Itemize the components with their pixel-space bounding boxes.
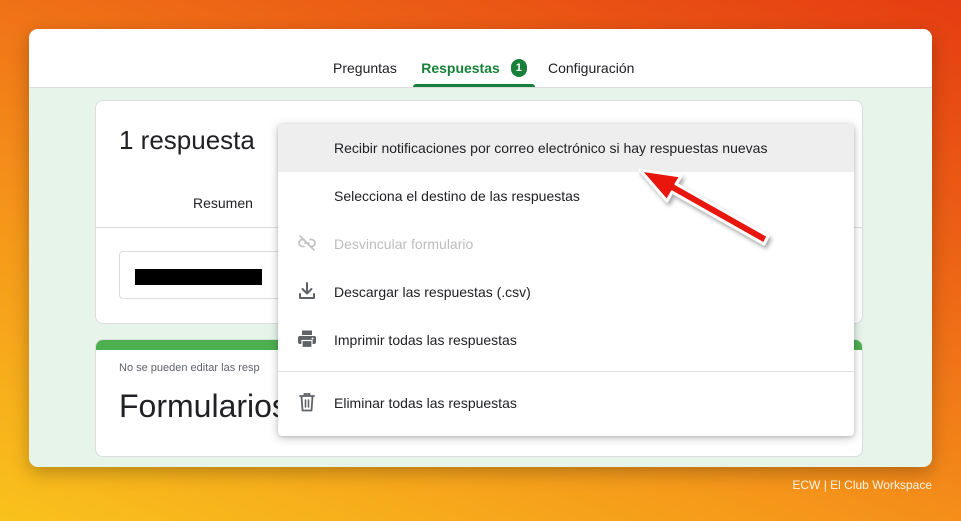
top-tab-bar: Preguntas Respuestas 1 Configuración: [29, 29, 932, 88]
response-count-badge: 1: [510, 59, 527, 77]
print-icon: [296, 328, 318, 350]
trash-icon: [296, 391, 318, 413]
menu-item-delete-all[interactable]: Eliminar todas las respuestas: [278, 379, 854, 427]
not-editable-note: No se pueden editar las resp: [119, 362, 260, 374]
menu-item-label: Desvincular formulario: [334, 236, 474, 252]
tab-preguntas[interactable]: Preguntas: [333, 59, 397, 87]
link-off-icon: [296, 232, 318, 254]
menu-divider: [278, 371, 854, 372]
tab-preguntas-label: Preguntas: [333, 60, 397, 76]
tab-configuracion-label: Configuración: [548, 60, 635, 76]
menu-item-label: Selecciona el destino de las respuestas: [334, 188, 580, 204]
menu-item-print-all[interactable]: Imprimir todas las respuestas: [278, 316, 854, 364]
form-title: Formularios: [119, 388, 288, 424]
menu-item-unlink-form: Desvincular formulario: [278, 220, 854, 268]
tab-configuracion[interactable]: Configuración: [548, 59, 634, 87]
menu-item-email-notifications[interactable]: Recibir notificaciones por correo electr…: [278, 124, 854, 172]
menu-item-label: Imprimir todas las respuestas: [334, 332, 517, 348]
menu-item-label: Recibir notificaciones por correo electr…: [334, 140, 768, 156]
menu-item-label: Eliminar todas las respuestas: [334, 395, 517, 411]
menu-item-download-csv[interactable]: Descargar las respuestas (.csv): [278, 268, 854, 316]
watermark: ECW | El Club Workspace: [792, 478, 932, 492]
active-tab-indicator: [413, 84, 535, 87]
menu-item-label: Descargar las respuestas (.csv): [334, 284, 531, 300]
responses-options-menu: Recibir notificaciones por correo electr…: [278, 124, 854, 436]
tab-respuestas-label: Respuestas: [421, 60, 500, 76]
menu-item-select-destination[interactable]: Selecciona el destino de las respuestas: [278, 172, 854, 220]
redacted-text: [135, 269, 262, 285]
response-count-heading: 1 respuesta: [119, 125, 255, 155]
download-icon: [296, 280, 318, 302]
subtab-resumen[interactable]: Resumen: [193, 195, 253, 211]
tab-respuestas[interactable]: Respuestas 1: [413, 59, 535, 87]
